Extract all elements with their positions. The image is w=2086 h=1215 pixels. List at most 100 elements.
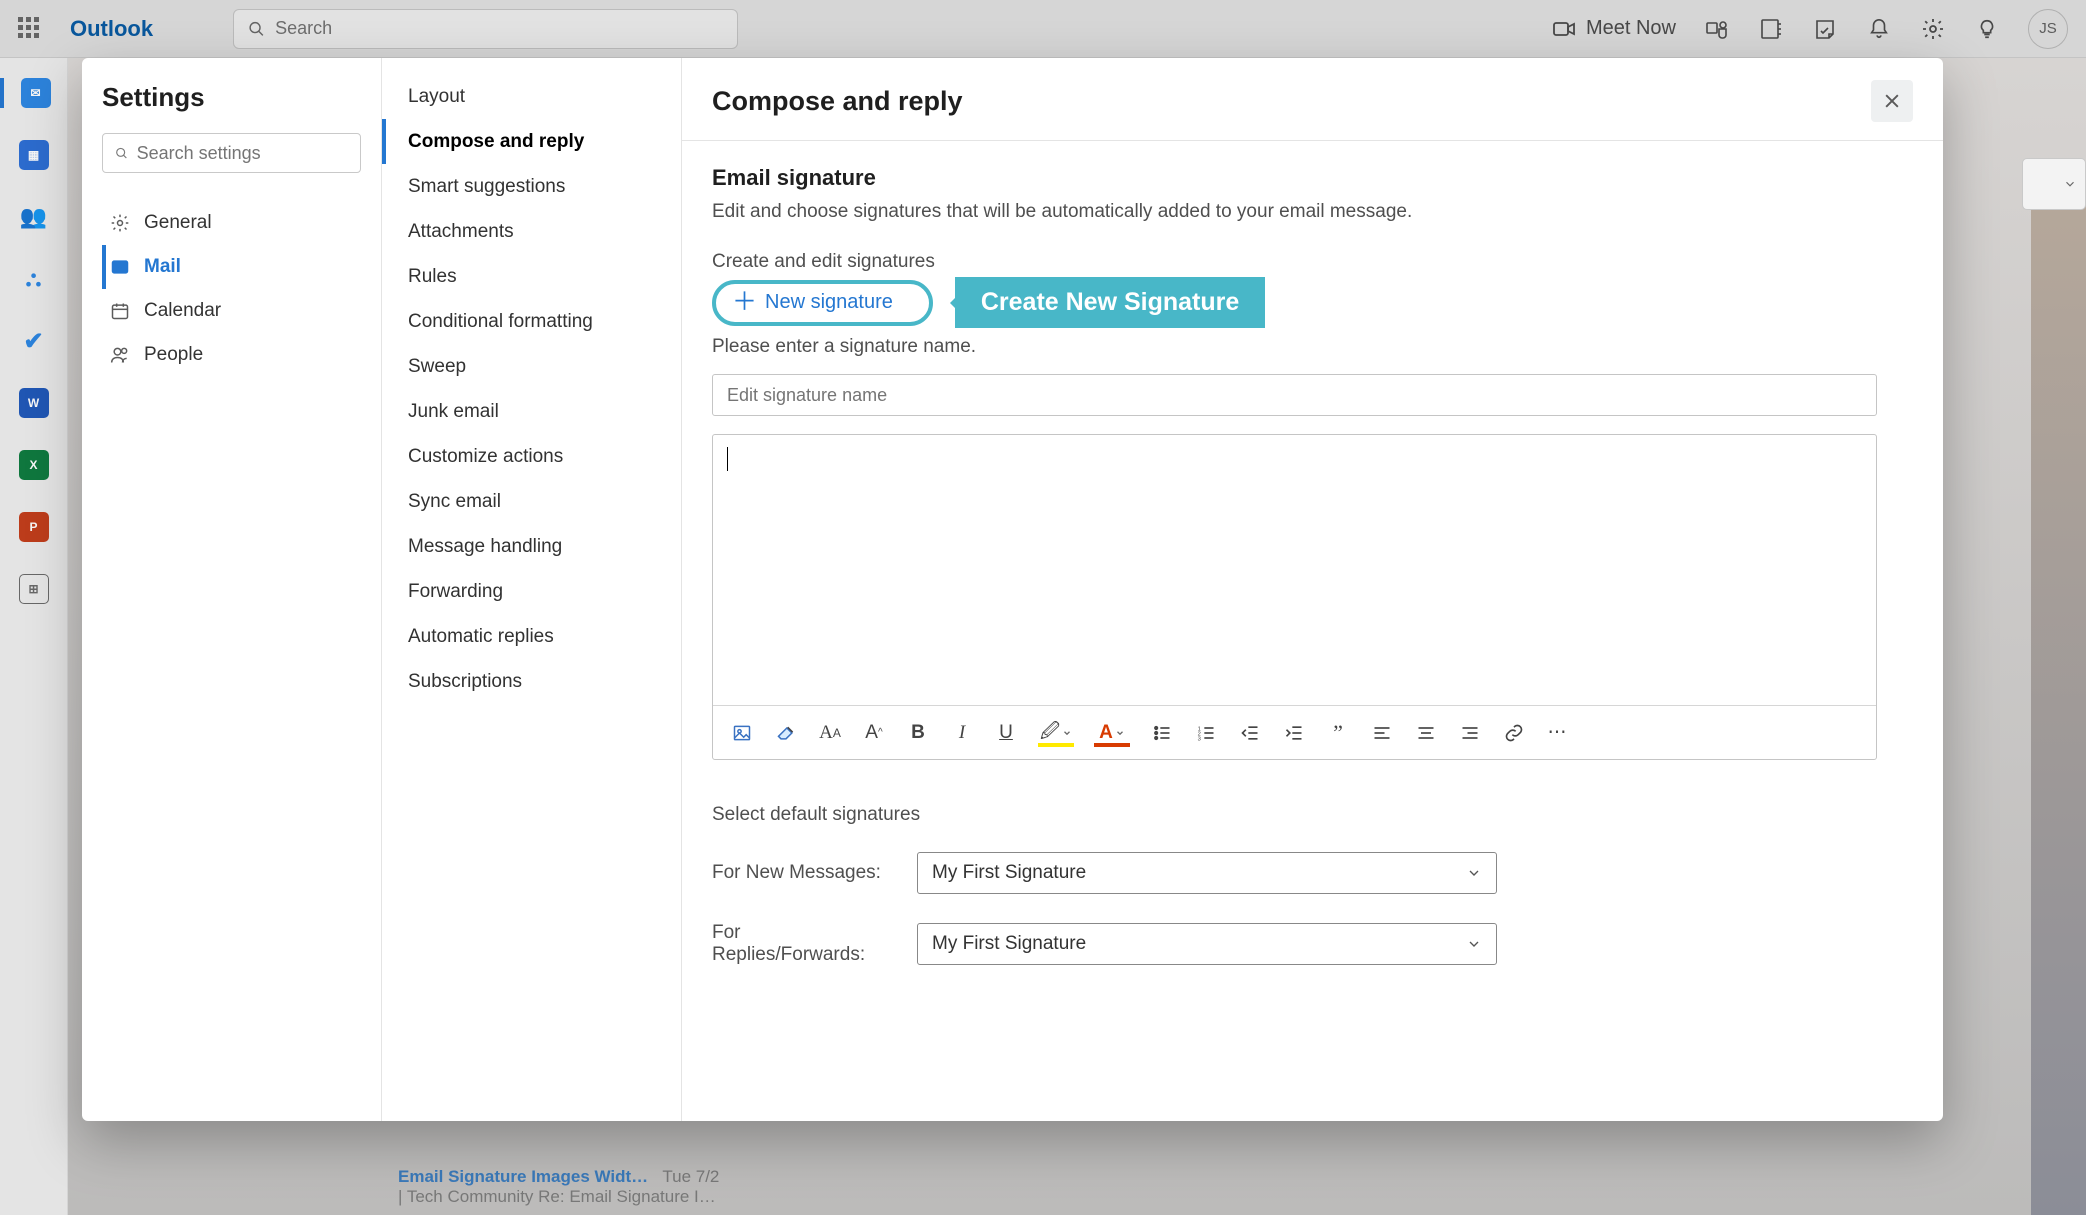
chevron-down-icon — [1466, 865, 1482, 881]
chevron-down-icon — [1115, 728, 1125, 738]
font-family-button[interactable]: AA — [813, 716, 847, 750]
settings-search-input[interactable] — [137, 143, 348, 164]
rail-more-apps[interactable]: ⊞ — [19, 574, 49, 604]
align-center-icon — [1416, 723, 1436, 743]
rail-todo[interactable]: ✔ — [19, 326, 49, 356]
reading-pane-collapse-hint[interactable] — [2022, 158, 2086, 210]
global-search-input[interactable] — [275, 18, 723, 39]
for-reply-select[interactable]: My First Signature — [917, 923, 1497, 965]
signature-desc: Edit and choose signatures that will be … — [712, 201, 1913, 223]
account-avatar[interactable]: JS — [2028, 9, 2068, 49]
for-new-label: For New Messages: — [712, 862, 897, 884]
top-ribbon: Outlook Meet Now JS — [0, 0, 2086, 58]
align-right-button[interactable] — [1453, 716, 1487, 750]
onenote-icon[interactable] — [1758, 16, 1784, 42]
subnav-conditional-formatting[interactable]: Conditional formatting — [382, 299, 681, 344]
settings-nav-mail[interactable]: Mail — [102, 245, 361, 289]
email-list-peek: Email Signature Images Widt… Tue 7/2 | T… — [398, 1167, 719, 1215]
peek-preview: | Tech Community Re: Email Signature I… — [398, 1187, 719, 1207]
settings-nav-col: Settings GeneralMailCalendarPeople — [82, 58, 382, 1121]
settings-nav-general[interactable]: General — [102, 201, 361, 245]
subnav-sweep[interactable]: Sweep — [382, 344, 681, 389]
new-signature-label: New signature — [765, 291, 893, 314]
defaults-heading: Select default signatures — [712, 804, 1612, 826]
highlight-color-button[interactable]: 🖉 — [1033, 716, 1079, 750]
annotation-callout: Create New Signature — [955, 277, 1265, 328]
rail-calendar[interactable]: ▦ — [19, 140, 49, 170]
decrease-indent-button[interactable] — [1233, 716, 1267, 750]
notes-icon[interactable] — [1812, 16, 1838, 42]
subnav-message-handling[interactable]: Message handling — [382, 524, 681, 569]
signature-name-input[interactable] — [712, 374, 1877, 416]
align-left-button[interactable] — [1365, 716, 1399, 750]
signature-editor: AA A^ B I U 🖉 A 123 ” ⋯ — [712, 434, 1877, 760]
bold-button[interactable]: B — [901, 716, 935, 750]
desktop-wallpaper-hint — [2031, 178, 2086, 1215]
bell-icon[interactable] — [1866, 16, 1892, 42]
signature-editor-body[interactable] — [713, 435, 1876, 705]
svg-text:3: 3 — [1198, 736, 1201, 742]
avatar-initials: JS — [2039, 20, 2057, 37]
settings-search[interactable] — [102, 133, 361, 173]
quote-button[interactable]: ” — [1321, 716, 1355, 750]
video-icon — [1552, 17, 1576, 41]
bulleted-list-button[interactable] — [1145, 716, 1179, 750]
app-launcher-icon[interactable] — [18, 17, 42, 41]
clear-formatting-button[interactable] — [769, 716, 803, 750]
settings-content-col: Compose and reply Email signature Edit a… — [682, 58, 1943, 1121]
subnav-rules[interactable]: Rules — [382, 254, 681, 299]
font-size-button[interactable]: A^ — [857, 716, 891, 750]
tips-lightbulb-icon[interactable] — [1974, 16, 2000, 42]
close-button[interactable] — [1871, 80, 1913, 122]
peek-subject: Email Signature Images Widt… — [398, 1167, 648, 1186]
increase-indent-button[interactable] — [1277, 716, 1311, 750]
indent-icon — [1284, 723, 1304, 743]
insert-link-button[interactable] — [1497, 716, 1531, 750]
chevron-down-icon — [1062, 728, 1072, 738]
subnav-compose-and-reply[interactable]: Compose and reply — [382, 119, 681, 164]
for-new-select[interactable]: My First Signature — [917, 852, 1497, 894]
numbered-list-icon: 123 — [1196, 723, 1216, 743]
subnav-forwarding[interactable]: Forwarding — [382, 569, 681, 614]
global-search[interactable] — [233, 9, 738, 49]
settings-nav-label: General — [144, 212, 212, 234]
insert-image-button[interactable] — [725, 716, 759, 750]
subnav-junk-email[interactable]: Junk email — [382, 389, 681, 434]
callout-text: Create New Signature — [981, 288, 1239, 316]
plus-icon: ＋ — [732, 290, 757, 315]
more-options-button[interactable]: ⋯ — [1541, 716, 1575, 750]
rail-excel[interactable]: X — [19, 450, 49, 480]
chevron-down-icon — [2063, 177, 2077, 191]
meet-now-button[interactable]: Meet Now — [1552, 17, 1676, 41]
rail-groups[interactable]: ⛬ — [19, 264, 49, 294]
subnav-attachments[interactable]: Attachments — [382, 209, 681, 254]
underline-button[interactable]: U — [989, 716, 1023, 750]
subnav-layout[interactable]: Layout — [382, 74, 681, 119]
subnav-customize-actions[interactable]: Customize actions — [382, 434, 681, 479]
rail-mail[interactable]: ✉ — [0, 78, 67, 108]
subnav-subscriptions[interactable]: Subscriptions — [382, 659, 681, 704]
search-icon — [248, 20, 265, 38]
settings-nav-calendar[interactable]: Calendar — [102, 289, 361, 333]
numbered-list-button[interactable]: 123 — [1189, 716, 1223, 750]
subnav-automatic-replies[interactable]: Automatic replies — [382, 614, 681, 659]
align-right-icon — [1460, 723, 1480, 743]
rail-powerpoint[interactable]: P — [19, 512, 49, 542]
italic-button[interactable]: I — [945, 716, 979, 750]
align-center-button[interactable] — [1409, 716, 1443, 750]
subnav-smart-suggestions[interactable]: Smart suggestions — [382, 164, 681, 209]
settings-nav-people[interactable]: People — [102, 333, 361, 377]
for-reply-value: My First Signature — [932, 933, 1086, 955]
subnav-sync-email[interactable]: Sync email — [382, 479, 681, 524]
name-prompt: Please enter a signature name. — [712, 336, 1913, 358]
editor-toolbar: AA A^ B I U 🖉 A 123 ” ⋯ — [713, 705, 1876, 759]
font-color-button[interactable]: A — [1089, 716, 1135, 750]
search-icon — [115, 146, 129, 161]
rail-people[interactable]: 👥 — [19, 202, 49, 232]
new-signature-button[interactable]: ＋ New signature — [712, 280, 933, 326]
settings-nav-label: Calendar — [144, 300, 221, 322]
teams-icon[interactable] — [1704, 16, 1730, 42]
rail-word[interactable]: W — [19, 388, 49, 418]
app-rail: ✉ ▦ 👥 ⛬ ✔ W X P ⊞ — [0, 58, 68, 1215]
settings-gear-icon[interactable] — [1920, 16, 1946, 42]
